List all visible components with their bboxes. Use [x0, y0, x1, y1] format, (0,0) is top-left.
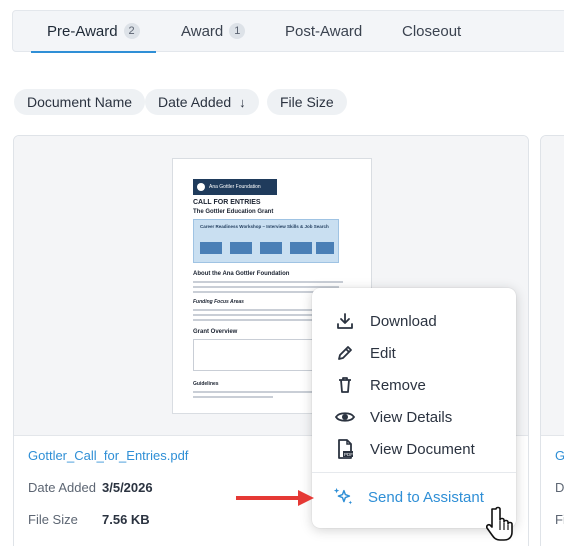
- annotation-arrow-icon: [236, 490, 314, 506]
- tab-bar: Pre-Award 2 Award 1 Post-Award Closeout: [12, 10, 564, 53]
- menu-item-edit[interactable]: Edit: [334, 341, 396, 365]
- eye-icon: [334, 406, 356, 428]
- sort-date-added-button[interactable]: Date Added ↓: [145, 89, 259, 115]
- sort-document-name-button[interactable]: Document Name: [14, 89, 146, 115]
- preview-title: CALL FOR ENTRIES: [193, 199, 261, 206]
- preview-focus-heading: Funding Focus Areas: [193, 299, 244, 305]
- foundation-logo: Ana Gottler Foundation: [193, 179, 277, 195]
- tab-label: Closeout: [402, 22, 462, 40]
- menu-item-label: Download: [370, 312, 437, 330]
- tab-count-badge: 1: [229, 23, 246, 39]
- sort-label: File Size: [280, 94, 334, 110]
- menu-item-label: View Document: [370, 440, 475, 458]
- date-added-label: Date Added: [28, 480, 96, 495]
- tab-count-badge: 2: [123, 23, 140, 39]
- menu-item-view-document[interactable]: PDF View Document: [334, 437, 475, 461]
- menu-item-label: View Details: [370, 408, 453, 426]
- preview-about-heading: About the Ana Gottler Foundation: [193, 271, 290, 277]
- preview-overview-heading: Grant Overview: [193, 329, 238, 335]
- preview-subtitle: The Gottler Education Grant: [193, 209, 274, 215]
- tab-post-award[interactable]: Post-Award: [285, 11, 362, 51]
- menu-item-remove[interactable]: Remove: [334, 373, 426, 397]
- pdf-icon: PDF: [334, 438, 356, 460]
- sort-file-size-button[interactable]: File Size: [267, 89, 347, 115]
- sparkle-icon: [332, 486, 354, 508]
- menu-item-view-details[interactable]: View Details: [334, 405, 452, 429]
- sort-descending-icon: ↓: [239, 94, 246, 110]
- tab-closeout[interactable]: Closeout: [402, 11, 461, 51]
- file-size-value: 7.56 KB: [102, 512, 150, 527]
- document-card[interactable]: G D Fi: [540, 135, 564, 546]
- date-added-value: 3/5/2026: [102, 480, 153, 495]
- svg-text:PDF: PDF: [344, 452, 353, 457]
- hand-cursor-icon: [486, 506, 513, 541]
- sort-label: Document Name: [27, 94, 133, 110]
- document-actions-menu: Download Edit Remove View Details PDF Vi…: [312, 288, 516, 528]
- menu-item-label: Remove: [370, 376, 426, 394]
- tab-label: Pre-Award: [47, 22, 118, 40]
- tab-label: Award: [181, 22, 224, 40]
- menu-item-label: Edit: [370, 344, 396, 362]
- document-filename-link[interactable]: Gottler_Call_for_Entries.pdf: [28, 448, 188, 463]
- document-preview[interactable]: [541, 136, 564, 436]
- menu-item-label: Send to Assistant: [368, 488, 484, 506]
- file-size-label: Fi: [555, 512, 564, 527]
- download-icon: [334, 310, 356, 332]
- preview-guidelines-heading: Guidelines: [193, 381, 219, 387]
- sort-label: Date Added: [158, 94, 232, 110]
- file-size-label: File Size: [28, 512, 78, 527]
- date-added-label: D: [555, 480, 564, 495]
- tab-label: Post-Award: [285, 22, 363, 40]
- tab-award[interactable]: Award 1: [181, 11, 246, 51]
- pencil-icon: [334, 342, 356, 364]
- menu-item-download[interactable]: Download: [334, 309, 437, 333]
- trash-icon: [334, 374, 356, 396]
- preview-banner: Career Readiness Workshop – Interview Sk…: [193, 219, 339, 263]
- tab-pre-award[interactable]: Pre-Award 2: [31, 11, 156, 53]
- document-filename-link[interactable]: G: [555, 448, 564, 463]
- menu-item-send-to-assistant[interactable]: Send to Assistant: [332, 485, 484, 509]
- menu-divider: [312, 472, 516, 473]
